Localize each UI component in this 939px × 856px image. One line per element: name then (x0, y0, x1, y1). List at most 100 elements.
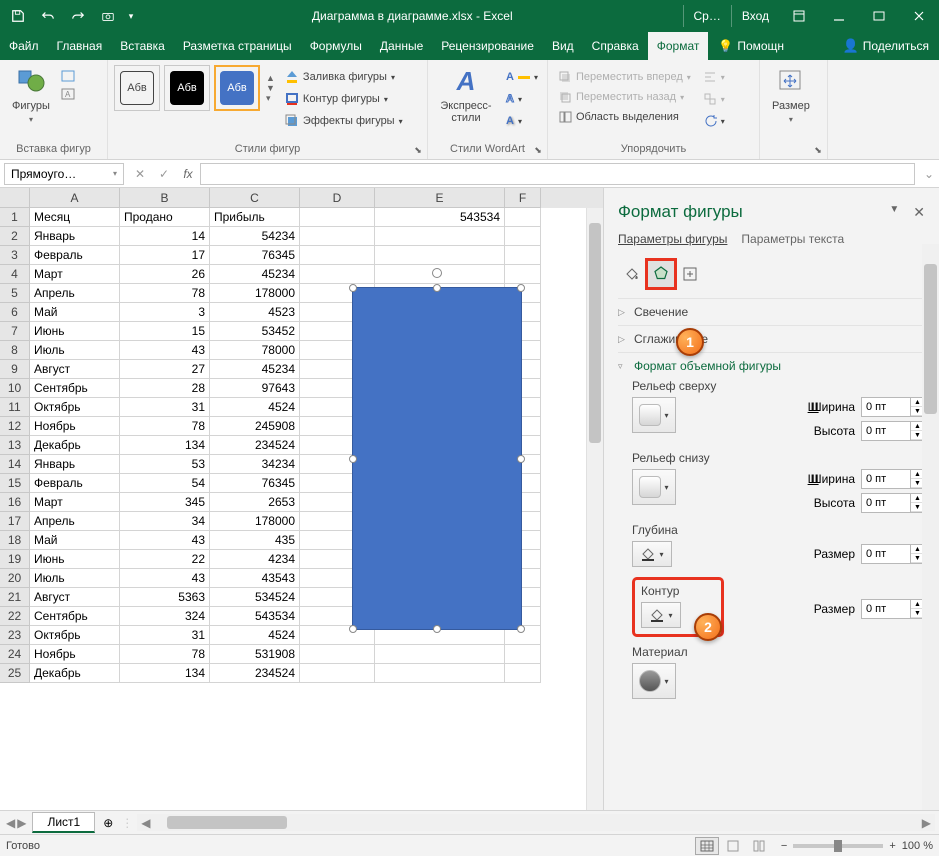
cell[interactable]: 17 (120, 246, 210, 265)
cell[interactable]: 3 (120, 303, 210, 322)
expand-formula-bar[interactable]: ⌄ (919, 167, 939, 181)
cell[interactable]: 53452 (210, 322, 300, 341)
shape-styles-launcher[interactable]: ⬊ (411, 143, 425, 157)
cell[interactable] (375, 664, 505, 683)
cell[interactable]: 54234 (210, 227, 300, 246)
material-picker[interactable]: ▾ (632, 663, 676, 699)
wordart-launcher[interactable]: ⬊ (531, 143, 545, 157)
row-header[interactable]: 11 (0, 398, 30, 417)
pane-close-button[interactable]: ✕ (913, 204, 925, 221)
scrollbar-thumb[interactable] (924, 264, 937, 414)
size-button[interactable]: Размер ▾ (766, 63, 816, 126)
cancel-formula-button[interactable]: ✕ (128, 163, 152, 185)
cell[interactable]: 76345 (210, 474, 300, 493)
cell[interactable]: Продано (120, 208, 210, 227)
row-header[interactable]: 24 (0, 645, 30, 664)
pane-tab-shape-options[interactable]: Параметры фигуры (618, 228, 727, 252)
cell[interactable] (300, 246, 375, 265)
contour-size-spinner[interactable]: 0 пт▲▼ (861, 599, 925, 619)
zoom-level[interactable]: 100 % (902, 840, 933, 852)
rectangle-shape[interactable] (352, 287, 522, 630)
depth-size-spinner[interactable]: 0 пт▲▼ (861, 544, 925, 564)
tab-format[interactable]: Формат (648, 32, 709, 60)
cell[interactable]: 4524 (210, 398, 300, 417)
top-bevel-picker[interactable]: ▾ (632, 397, 676, 433)
tab-formulas[interactable]: Формулы (301, 32, 371, 60)
cell[interactable] (375, 645, 505, 664)
style-gallery-up[interactable]: ▲ (266, 73, 275, 83)
cell[interactable]: Июль (30, 569, 120, 588)
resize-handle-sw[interactable] (349, 625, 357, 633)
cell[interactable]: Март (30, 493, 120, 512)
cell[interactable]: 78 (120, 417, 210, 436)
text-outline-button[interactable]: A▾ (502, 89, 542, 109)
row-header[interactable]: 6 (0, 303, 30, 322)
cell[interactable]: Апрель (30, 284, 120, 303)
size-launcher[interactable]: ⬊ (811, 143, 825, 157)
shape-effects-button[interactable]: Эффекты фигуры▾ (281, 111, 407, 131)
cell[interactable]: 5363 (120, 588, 210, 607)
cell[interactable] (505, 227, 541, 246)
cell[interactable]: 4234 (210, 550, 300, 569)
contour-color-picker[interactable]: ▾ (641, 602, 681, 628)
cell[interactable] (375, 246, 505, 265)
send-backward-button[interactable]: Переместить назад▾ (554, 87, 695, 107)
cell[interactable]: 43 (120, 569, 210, 588)
cell[interactable]: 45234 (210, 265, 300, 284)
shape-fill-button[interactable]: Заливка фигуры▾ (281, 67, 407, 87)
cell[interactable]: Июнь (30, 322, 120, 341)
shape-style-3[interactable]: Абв (214, 65, 260, 111)
fill-line-category-button[interactable] (618, 260, 646, 288)
cell[interactable]: 43 (120, 531, 210, 550)
zoom-out-button[interactable]: − (781, 840, 787, 852)
resize-handle-e[interactable] (517, 455, 525, 463)
cell[interactable]: 31 (120, 626, 210, 645)
cell[interactable] (300, 645, 375, 664)
zoom-slider[interactable] (793, 844, 883, 848)
top-bevel-height-spinner[interactable]: 0 пт▲▼ (861, 421, 925, 441)
save-button[interactable] (4, 2, 32, 30)
tab-insert[interactable]: Вставка (111, 32, 174, 60)
cell[interactable]: Февраль (30, 246, 120, 265)
row-header[interactable]: 21 (0, 588, 30, 607)
size-props-category-button[interactable] (676, 260, 704, 288)
cell[interactable]: 178000 (210, 284, 300, 303)
cell[interactable]: Январь (30, 227, 120, 246)
cell[interactable]: Сентябрь (30, 379, 120, 398)
cell[interactable]: 435 (210, 531, 300, 550)
selection-pane-button[interactable]: Область выделения (554, 107, 695, 127)
cell[interactable]: Месяц (30, 208, 120, 227)
cell[interactable]: Март (30, 265, 120, 284)
align-button[interactable]: ▾ (699, 67, 729, 87)
sheet-nav-next[interactable]: ▶ (17, 816, 26, 830)
worksheet-area[interactable]: A B C D E F 1МесяцПроданоПрибыль5435342Я… (0, 188, 603, 810)
section-glow[interactable]: ▷Свечение (618, 305, 925, 319)
cell[interactable] (300, 664, 375, 683)
section-3d-format[interactable]: ▿Формат объемной фигуры (618, 359, 925, 373)
cell[interactable]: 543534 (210, 607, 300, 626)
tab-data[interactable]: Данные (371, 32, 432, 60)
cell[interactable]: 78 (120, 284, 210, 303)
signin-button[interactable]: Вход (731, 5, 779, 27)
row-header[interactable]: 10 (0, 379, 30, 398)
row-header[interactable]: 3 (0, 246, 30, 265)
cell[interactable]: Май (30, 531, 120, 550)
share-button[interactable]: 👤Поделиться (833, 32, 939, 60)
cell[interactable] (300, 227, 375, 246)
text-fill-button[interactable]: A▾ (502, 67, 542, 87)
tab-review[interactable]: Рецензирование (432, 32, 543, 60)
pane-tab-text-options[interactable]: Параметры текста (741, 228, 844, 252)
row-header[interactable]: 18 (0, 531, 30, 550)
rotate-handle[interactable] (432, 268, 442, 278)
column-header[interactable]: E (375, 188, 505, 208)
cell[interactable]: Ноябрь (30, 645, 120, 664)
cell[interactable]: Ноябрь (30, 417, 120, 436)
add-sheet-button[interactable]: ⊕ (103, 816, 113, 830)
row-header[interactable]: 20 (0, 569, 30, 588)
cell[interactable]: 178000 (210, 512, 300, 531)
horizontal-scrollbar[interactable]: ◀▶ (137, 814, 935, 831)
sheet-nav-prev[interactable]: ◀ (6, 816, 15, 830)
row-header[interactable]: 8 (0, 341, 30, 360)
tab-home[interactable]: Главная (48, 32, 112, 60)
shape-style-1[interactable]: Абв (114, 65, 160, 111)
